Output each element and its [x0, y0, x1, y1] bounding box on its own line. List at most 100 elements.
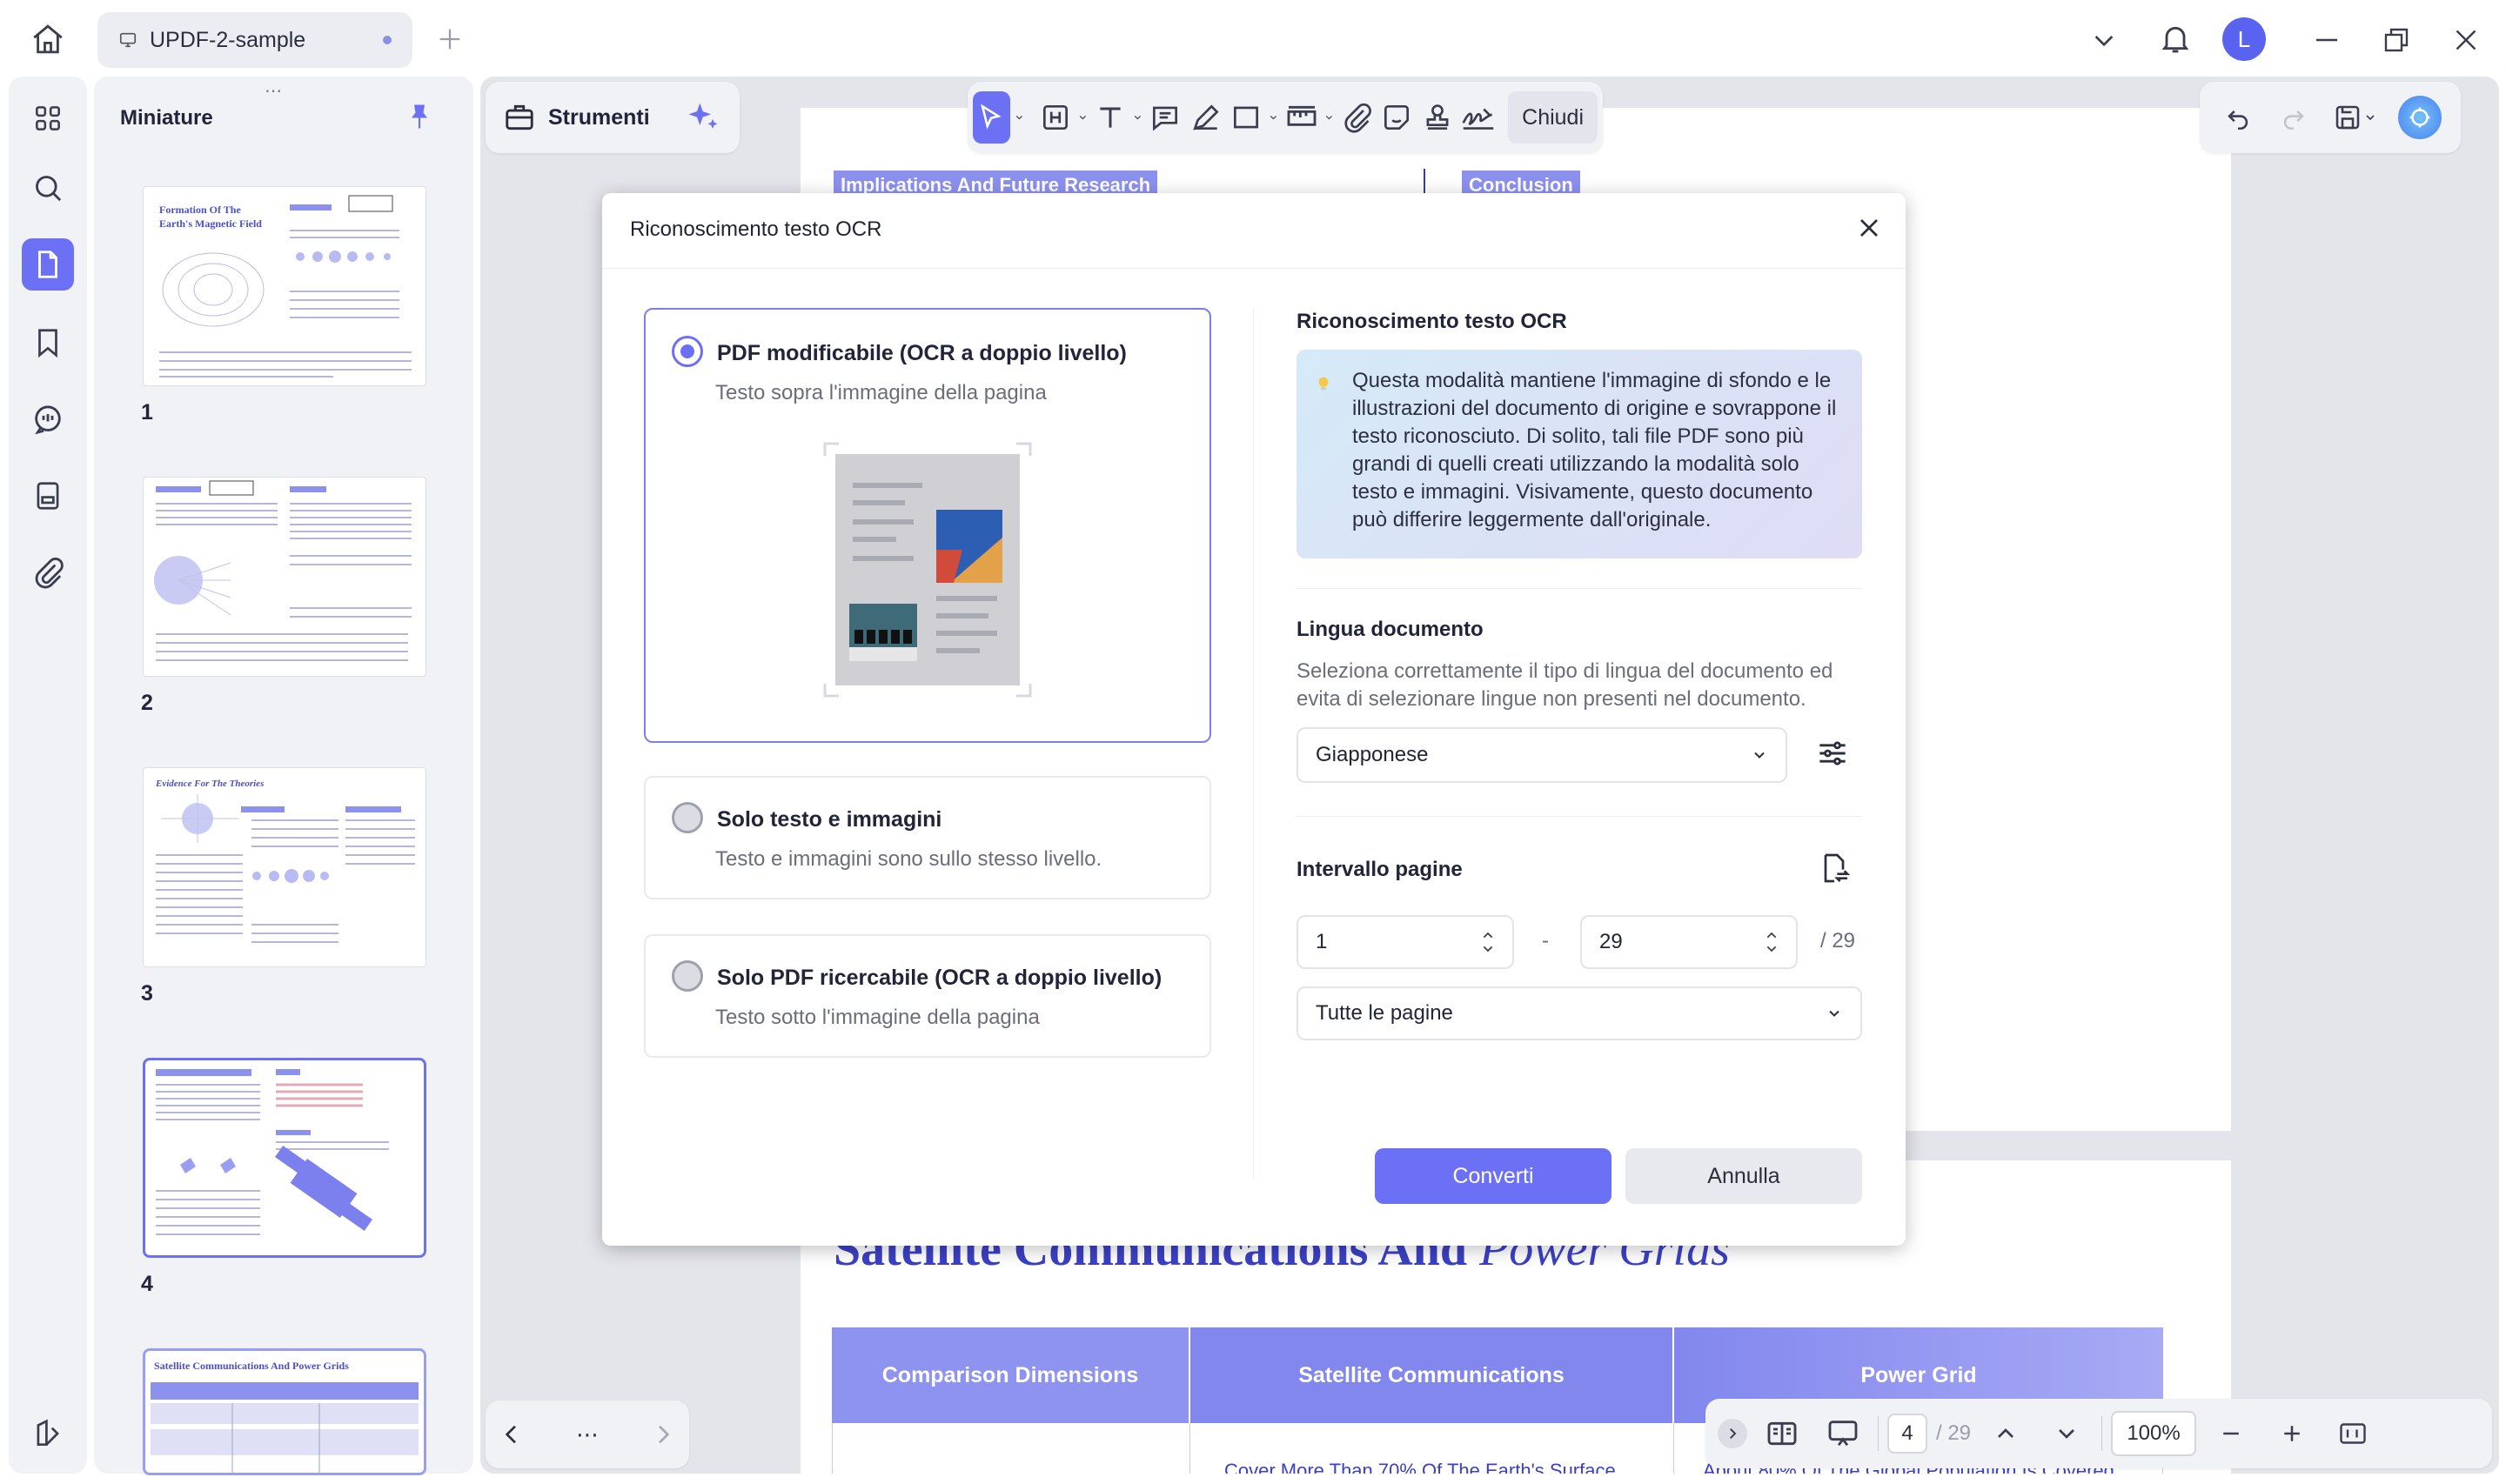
collapse-status-button[interactable]: [1718, 1419, 1747, 1448]
thumbnail-page-4[interactable]: [143, 1058, 426, 1258]
presentation-button[interactable]: [1817, 1407, 1869, 1460]
thumbnail-number: 3: [141, 981, 153, 1006]
tools-label[interactable]: Strumenti: [548, 105, 650, 130]
thumbnail-page-2[interactable]: [143, 477, 426, 677]
range-title: Intervallo pagine: [1297, 858, 1463, 881]
pin-icon[interactable]: [404, 101, 435, 132]
ai-sparkle-icon[interactable]: [684, 98, 722, 137]
convert-button[interactable]: Converti: [1375, 1148, 1611, 1204]
text-icon: [1100, 107, 1121, 128]
bookmark-icon: [38, 329, 57, 358]
thumbnail-page-3[interactable]: Evidence For The Theories: [143, 767, 426, 967]
highlight-tool-button[interactable]: [1036, 91, 1074, 144]
undo-button[interactable]: [2212, 91, 2264, 144]
attach-tool-button[interactable]: [1338, 91, 1376, 144]
reading-mode-button[interactable]: [1756, 1407, 1808, 1460]
redo-icon: [2283, 110, 2304, 130]
save-button[interactable]: [2323, 91, 2386, 144]
chevron-right-icon[interactable]: [649, 1420, 677, 1448]
minimize-icon[interactable]: [2311, 24, 2342, 56]
drag-handle[interactable]: ⋯: [265, 80, 284, 102]
chevron-down-icon: [1079, 115, 1086, 120]
page-number-input[interactable]: 4: [1887, 1414, 1927, 1454]
close-tools-button[interactable]: Chiudi: [1508, 91, 1598, 144]
rail-attachments-button[interactable]: [22, 546, 74, 598]
rail-apps-button[interactable]: [22, 92, 74, 144]
cancel-button[interactable]: Annulla: [1625, 1148, 1862, 1204]
thumbnail-number: 1: [141, 400, 153, 424]
measure-tool-button[interactable]: [1283, 91, 1320, 144]
radio-button[interactable]: [672, 336, 703, 367]
ocr-dialog: Riconoscimento testo OCR PDF modificabil…: [602, 193, 1906, 1246]
stepper[interactable]: [1481, 930, 1495, 954]
new-tab-plus-icon[interactable]: [435, 24, 465, 54]
previous-page-button[interactable]: [1980, 1407, 2032, 1460]
language-settings-icon[interactable]: [1813, 734, 1852, 772]
zoom-level[interactable]: 100%: [2111, 1411, 2197, 1456]
restore-icon[interactable]: [2381, 24, 2412, 56]
close-icon[interactable]: [1853, 212, 1885, 244]
chevron-right-icon: [1730, 1428, 1737, 1439]
ocr-preview-illustration: [823, 442, 1032, 698]
chevron-down-icon: [1134, 115, 1142, 120]
page-range-swap-icon[interactable]: [1817, 851, 1852, 886]
bell-icon[interactable]: [2158, 21, 2193, 56]
rail-bookmarks-button[interactable]: [22, 317, 74, 369]
stamp-icon: [1426, 104, 1449, 130]
actual-size-button[interactable]: [2327, 1407, 2379, 1460]
chevron-left-icon[interactable]: [498, 1420, 526, 1448]
rail-search-button[interactable]: [22, 162, 74, 214]
ocr-option-editable[interactable]: PDF modificabile (OCR a doppio livello) …: [644, 308, 1211, 743]
document-tab[interactable]: UPDF-2-sample: [97, 12, 412, 68]
zoom-in-button[interactable]: [2266, 1407, 2318, 1460]
zoom-out-button[interactable]: [2205, 1407, 2257, 1460]
chevron-down-icon: [2059, 1429, 2074, 1439]
ocr-option-text-images[interactable]: Solo testo e immagini Testo e immagini s…: [644, 776, 1211, 899]
tab-label: UPDF-2-sample: [150, 27, 306, 52]
range-to-input[interactable]: 29: [1580, 915, 1798, 969]
info-box: Questa modalità mantiene l'immagine di s…: [1297, 350, 1862, 558]
form-icon: [37, 482, 59, 510]
signature-tool-button[interactable]: [1459, 91, 1498, 144]
chevron-down-icon: [1754, 752, 1765, 759]
rail-forms-button[interactable]: [22, 470, 74, 522]
rail-comments-button[interactable]: [22, 393, 74, 445]
info-text: Questa modalità mantiene l'immagine di s…: [1352, 369, 1837, 531]
cursor-icon: [981, 104, 1002, 130]
ai-assistant-button[interactable]: [2398, 96, 2442, 139]
file-toolbar: [2200, 82, 2461, 153]
home-icon[interactable]: [30, 21, 66, 57]
text-tool-button[interactable]: [1092, 91, 1129, 144]
close-window-icon[interactable]: [2450, 24, 2482, 56]
next-page-button[interactable]: [2040, 1407, 2093, 1460]
table-header-cell: Comparison Dimensions: [832, 1327, 1189, 1423]
language-select[interactable]: Giapponese: [1297, 727, 1787, 783]
grid-icon: [36, 106, 60, 130]
redo-button[interactable]: [2276, 91, 2311, 144]
title-bar: UPDF-2-sample L: [0, 0, 2506, 78]
shape-tool-button[interactable]: [1228, 91, 1265, 144]
thumbnail-number: 4: [141, 1272, 153, 1296]
stamp-tool-button[interactable]: [1419, 91, 1457, 144]
range-from-input[interactable]: 1: [1297, 915, 1514, 969]
page-total: / 29: [1936, 1421, 1972, 1445]
thumbnail-page-1[interactable]: Formation Of The Earth's Magnetic Field: [143, 186, 426, 386]
select-tool-button[interactable]: [973, 91, 1010, 144]
comment-tool-button[interactable]: [1147, 91, 1184, 144]
avatar[interactable]: L: [2222, 17, 2266, 61]
rail-layers-button[interactable]: [22, 1407, 74, 1460]
stepper[interactable]: [1765, 930, 1779, 954]
pencil-tool-button[interactable]: [1187, 91, 1224, 144]
chevron-down-icon: [1325, 115, 1332, 120]
sticker-tool-button[interactable]: [1378, 91, 1416, 144]
nav-more-button[interactable]: ⋯: [576, 1421, 599, 1448]
radio-button[interactable]: [672, 802, 703, 833]
rail-thumbnails-button[interactable]: [22, 238, 74, 291]
range-mode-select[interactable]: Tutte le pagine: [1297, 986, 1862, 1040]
table-header-cell: Satellite Communications: [1189, 1327, 1672, 1423]
thumbnail-page-5[interactable]: Satellite Communications And Power Grids: [143, 1348, 426, 1475]
ocr-option-searchable[interactable]: Solo PDF ricercabile (OCR a doppio livel…: [644, 934, 1211, 1058]
chevron-down-icon[interactable]: [2090, 26, 2118, 54]
option-title: PDF modificabile (OCR a doppio livello): [717, 341, 1127, 365]
radio-button[interactable]: [672, 960, 703, 992]
